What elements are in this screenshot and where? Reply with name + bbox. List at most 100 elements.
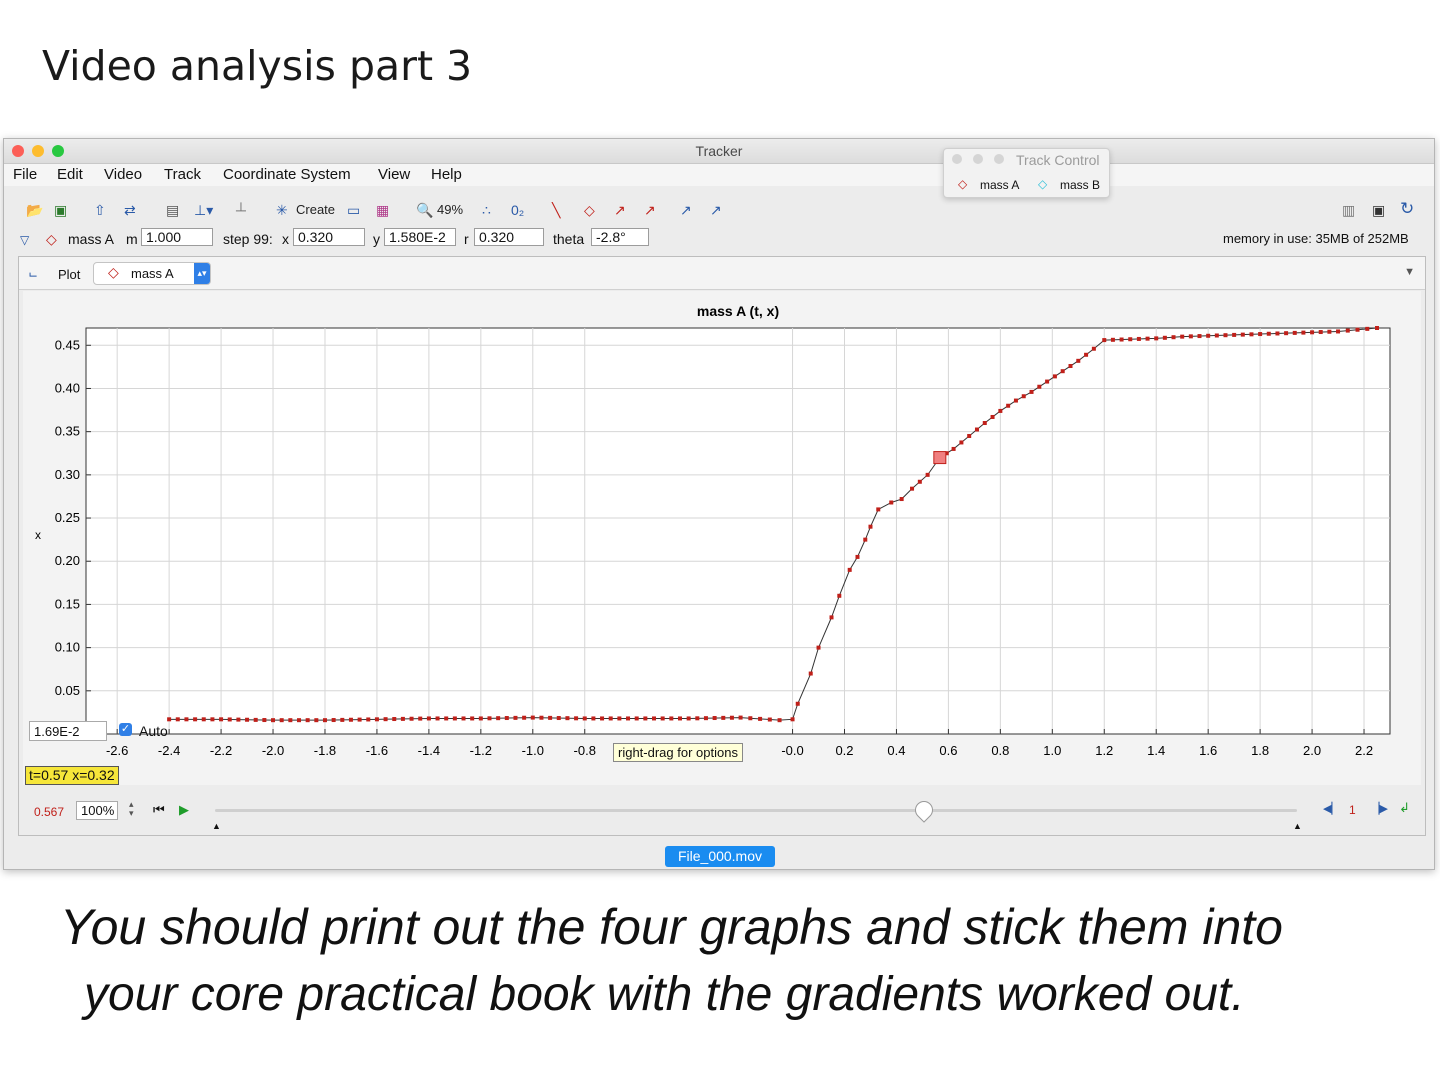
data-point[interactable] (1045, 379, 1050, 384)
data-point[interactable] (1136, 336, 1141, 341)
data-point[interactable] (452, 716, 457, 721)
data-point[interactable] (677, 716, 682, 721)
data-point[interactable] (808, 671, 813, 676)
data-point[interactable] (1223, 333, 1228, 338)
data-point[interactable] (167, 717, 172, 722)
data-point[interactable] (504, 716, 509, 721)
data-point[interactable] (712, 716, 717, 721)
data-point[interactable] (1355, 327, 1360, 332)
data-point[interactable] (409, 716, 414, 721)
data-point[interactable] (721, 715, 726, 720)
data-point[interactable] (383, 717, 388, 722)
data-point[interactable] (1327, 329, 1332, 334)
data-point[interactable] (1128, 337, 1133, 342)
data-point[interactable] (262, 718, 267, 723)
data-point[interactable] (348, 717, 353, 722)
data-point[interactable] (400, 716, 405, 721)
data-point[interactable] (1188, 334, 1193, 339)
data-point[interactable] (297, 718, 302, 723)
data-point[interactable] (758, 716, 763, 721)
data-point[interactable] (686, 716, 691, 721)
data-point[interactable] (288, 718, 293, 723)
data-point[interactable] (444, 716, 449, 721)
step-forward-icon[interactable]: ▕▶ (1371, 802, 1388, 815)
chart-area[interactable]: mass A (t, x) x -2.6 -2.4 -2.2 -2.0 -1.8 -1.6… (23, 291, 1421, 785)
select-arrows-icon[interactable]: ▴▾ (194, 263, 210, 284)
data-point[interactable] (470, 716, 475, 721)
data-point[interactable] (210, 717, 215, 722)
menu-view[interactable]: View (378, 166, 410, 183)
r-field[interactable]: 0.320 (474, 228, 544, 246)
data-point[interactable] (175, 717, 180, 722)
trail-icon[interactable]: ∴ (482, 202, 491, 219)
data-point[interactable] (522, 715, 527, 720)
data-point[interactable] (357, 717, 362, 722)
data-point[interactable] (634, 716, 639, 721)
y-field[interactable]: 1.580E-2 (384, 228, 456, 246)
data-point[interactable] (959, 440, 964, 445)
loop-icon[interactable]: ↲ (1399, 800, 1410, 816)
data-point[interactable] (245, 717, 250, 722)
import-icon[interactable]: ⇧ (94, 202, 106, 219)
data-point[interactable] (418, 716, 423, 721)
velocity-icon[interactable]: ↗ (614, 202, 626, 219)
data-point[interactable] (1119, 337, 1124, 342)
menu-edit[interactable]: Edit (57, 166, 83, 183)
data-point[interactable] (617, 716, 622, 721)
data-point[interactable] (738, 715, 743, 720)
data-point[interactable] (1266, 331, 1271, 336)
data-point[interactable] (1068, 364, 1073, 369)
data-point[interactable] (1365, 326, 1370, 331)
data-point[interactable] (669, 716, 674, 721)
data-point[interactable] (863, 537, 868, 542)
data-point[interactable] (837, 593, 842, 598)
save-icon[interactable]: ▣ (54, 202, 67, 219)
data-point[interactable] (271, 718, 276, 723)
data-point[interactable] (1180, 334, 1185, 339)
menu-help[interactable]: Help (431, 166, 462, 183)
data-point[interactable] (201, 717, 206, 722)
data-point[interactable] (998, 408, 1003, 413)
data-point[interactable] (305, 718, 310, 723)
data-point[interactable] (990, 414, 995, 419)
data-point[interactable] (1110, 337, 1115, 342)
data-point[interactable] (1171, 335, 1176, 340)
track-control-mass-b[interactable]: mass B (1060, 178, 1100, 192)
data-point[interactable] (1232, 332, 1237, 337)
export-icon[interactable]: ⇄ (124, 202, 136, 219)
data-point[interactable] (314, 718, 319, 723)
data-point[interactable] (366, 717, 371, 722)
data-point[interactable] (1292, 330, 1297, 335)
data-point[interactable] (236, 717, 241, 722)
track-select[interactable]: ◇ mass A ▴▾ (93, 262, 211, 285)
data-point[interactable] (1154, 336, 1159, 341)
data-point[interactable] (829, 615, 834, 620)
data-point[interactable] (855, 554, 860, 559)
data-point[interactable] (899, 497, 904, 502)
axis-min-field[interactable]: 1.69E-2 (29, 721, 107, 741)
data-point[interactable] (1084, 352, 1089, 357)
data-point[interactable] (600, 716, 605, 721)
data-point[interactable] (565, 716, 570, 721)
data-point[interactable] (1249, 332, 1254, 337)
menu-track[interactable]: Track (164, 166, 201, 183)
video-file-button[interactable]: File_000.mov (665, 846, 775, 867)
data-point[interactable] (487, 716, 492, 721)
data-point[interactable] (253, 717, 258, 722)
clip-settings-icon[interactable]: ▤ (166, 202, 179, 219)
ruler-icon[interactable]: ▭ (347, 202, 360, 219)
data-point[interactable] (876, 507, 881, 512)
track-control-close[interactable] (952, 154, 962, 164)
data-point[interactable] (626, 716, 631, 721)
track-control-minimize[interactable] (973, 154, 983, 164)
mass-field[interactable]: 1.000 (141, 228, 213, 246)
selected-point[interactable] (933, 451, 947, 465)
data-point[interactable] (917, 479, 922, 484)
chart-svg[interactable]: mass A (t, x) x -2.6 -2.4 -2.2 -2.0 -1.8 -1.6… (23, 291, 1421, 785)
data-point[interactable] (703, 716, 708, 721)
data-point[interactable] (1029, 389, 1034, 394)
zoom-icon[interactable]: 🔍 (416, 202, 433, 219)
data-point[interactable] (1162, 335, 1167, 340)
data-point[interactable] (889, 500, 894, 505)
menu-video[interactable]: Video (104, 166, 142, 183)
